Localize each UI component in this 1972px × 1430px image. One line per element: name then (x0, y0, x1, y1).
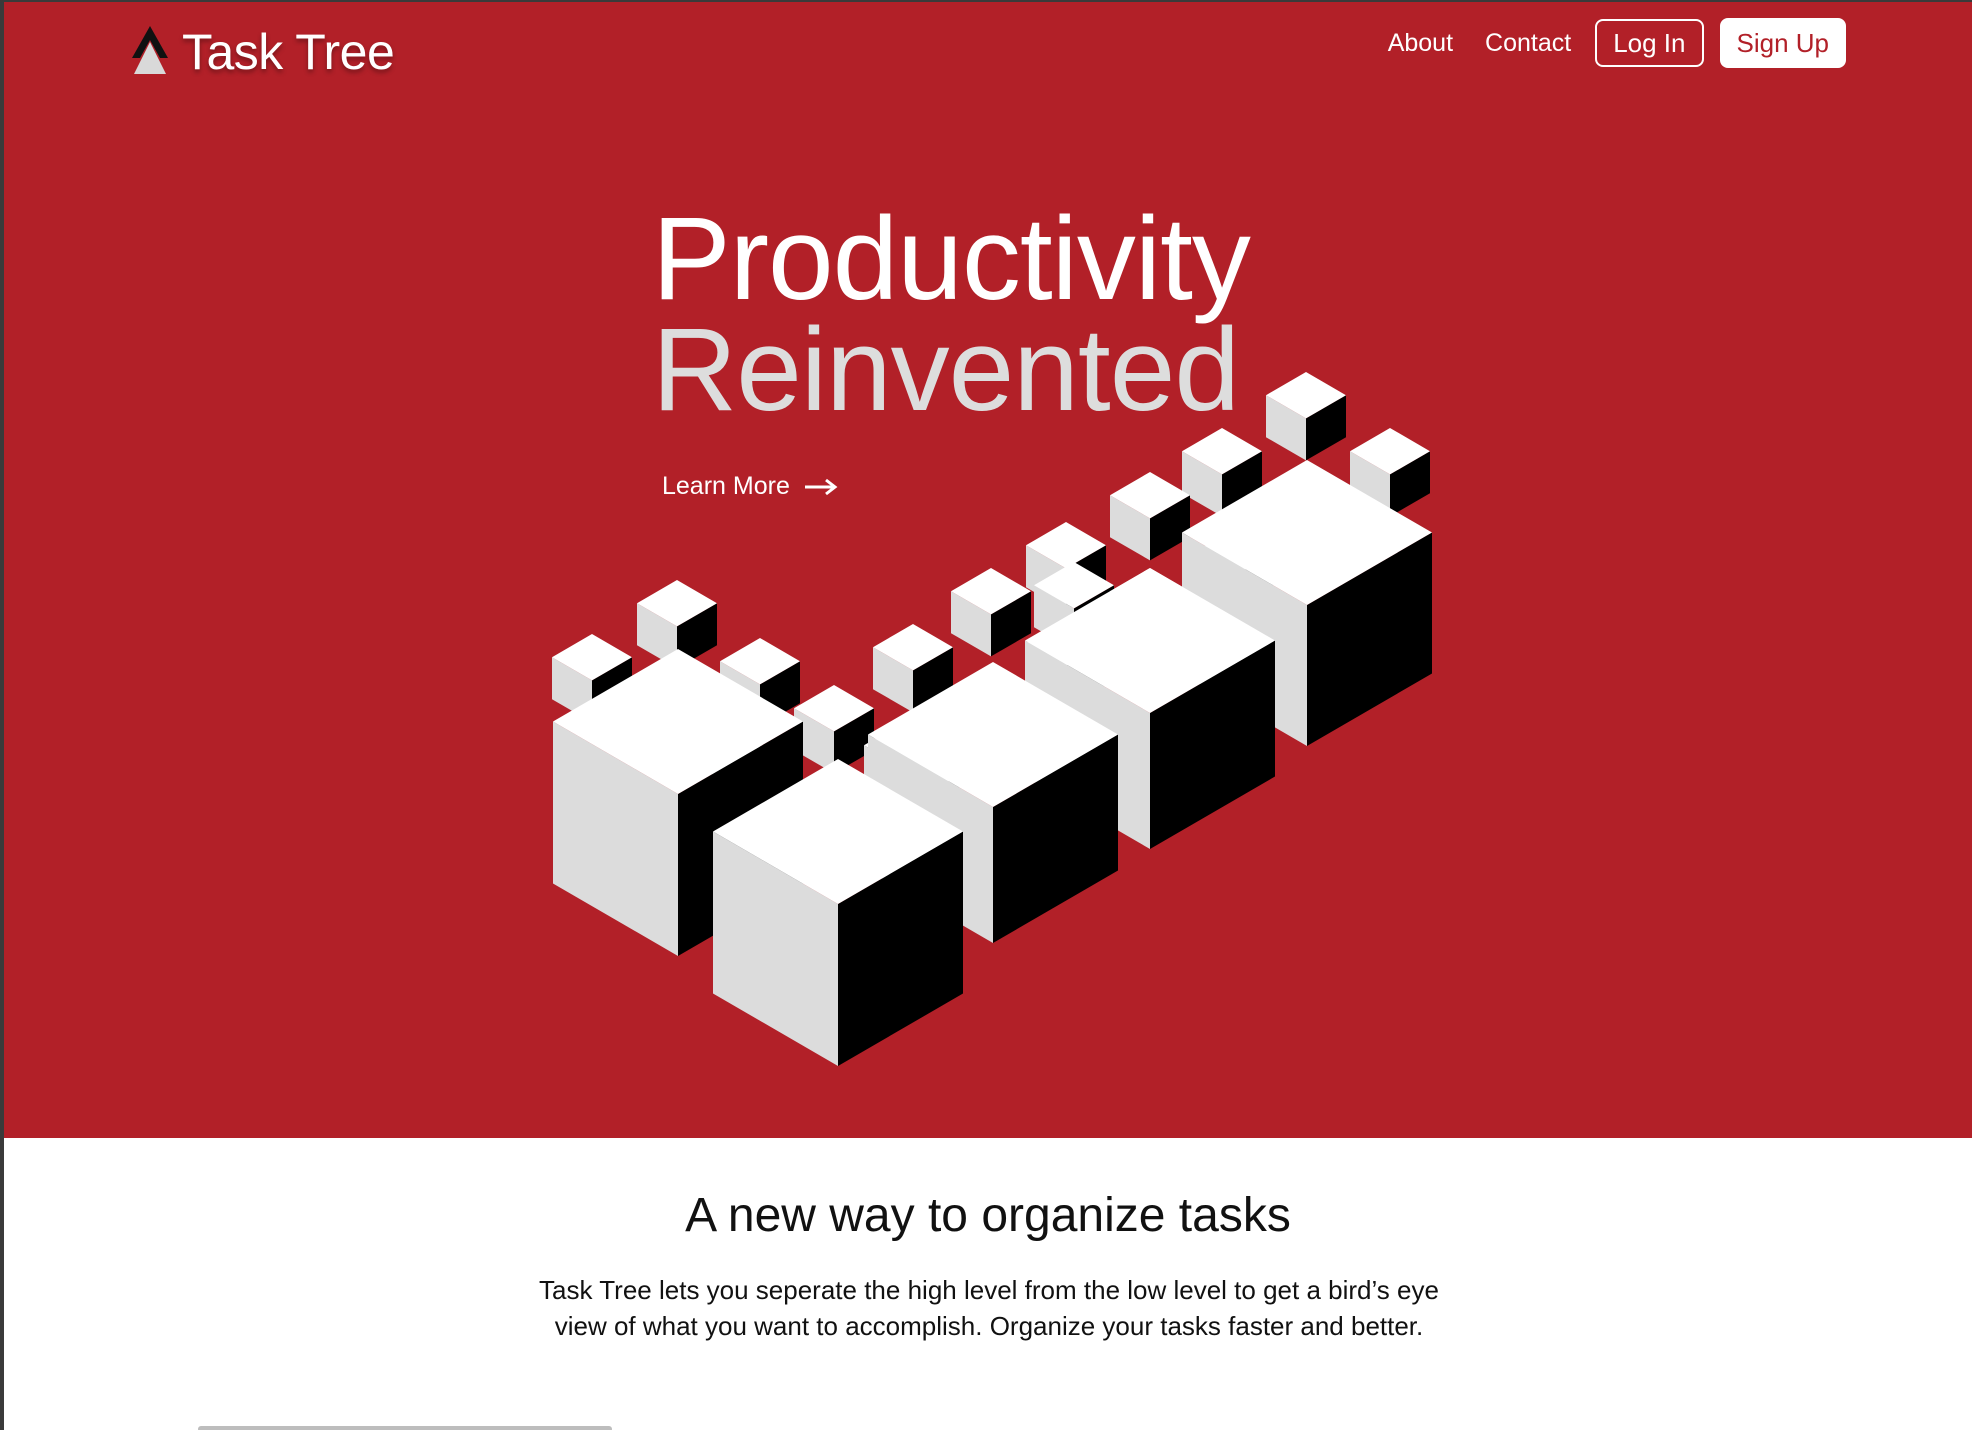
section-text: Task Tree lets you seperate the high lev… (539, 1275, 1439, 1341)
isometric-blocks-icon (552, 372, 1432, 1066)
small-block (1266, 372, 1346, 461)
small-block (951, 568, 1031, 657)
small-block (794, 685, 874, 774)
hero-section: Task Tree About Contact Log In Sign Up P… (4, 2, 1972, 1138)
horizontal-scrollbar[interactable] (198, 1426, 612, 1430)
section-title: A new way to organize tasks (685, 1189, 1291, 1242)
small-block (1110, 472, 1190, 561)
page-frame: Task Tree About Contact Log In Sign Up P… (4, 2, 1972, 1430)
